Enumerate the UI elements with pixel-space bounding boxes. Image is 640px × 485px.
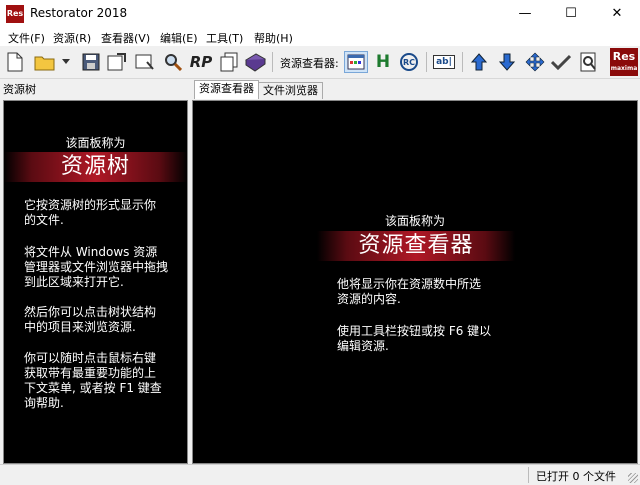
menu-help[interactable]: 帮助(H) (254, 30, 293, 46)
menu-resource[interactable]: 资源(R) (53, 30, 91, 46)
menu-edit[interactable]: 编辑(E) (160, 30, 198, 46)
search-icon[interactable] (162, 51, 184, 73)
tab-file-browser[interactable]: 文件浏览器 (258, 82, 323, 99)
window-title: Restorator 2018 (30, 6, 128, 20)
menu-tools[interactable]: 工具(T) (206, 30, 243, 46)
find-document-icon[interactable] (578, 51, 600, 73)
help-paragraph: 他将显示你在资源数中所选 资源的内容. (337, 277, 481, 307)
chevron-down-icon[interactable] (60, 51, 72, 73)
panel-intro: 该面板称为 (65, 136, 126, 150)
title-bar: Res Restorator 2018 — ☐ ✕ (0, 0, 640, 28)
toolbar: RP 资源查看器: H RC ab| (0, 46, 640, 79)
open-files-status: 已打开 0 个文件 (536, 470, 616, 483)
resource-tree-panel[interactable]: 该面板称为 资源树 它按资源树的形式显示你 的文件. 将文件从 Windows … (3, 100, 188, 464)
arrow-up-icon[interactable] (468, 51, 490, 73)
menu-bar: 文件(F) 资源(R) 查看器(V) 编辑(E) 工具(T) 帮助(H) (0, 28, 640, 46)
help-line: 询帮助. (24, 396, 64, 410)
help-paragraph: 使用工具栏按钮或按 F6 键以 编辑资源. (337, 324, 491, 354)
help-line: 的文件. (24, 213, 64, 227)
copy-icon[interactable] (218, 51, 240, 73)
rc-icon[interactable]: RC (398, 51, 420, 73)
help-line: 下文菜单, 或者按 F1 键查 (24, 381, 162, 395)
help-paragraph: 它按资源树的形式显示你 的文件. (24, 198, 156, 228)
app-icon: Res (6, 5, 24, 23)
viewer-mode-icon[interactable] (344, 51, 368, 73)
export-icon[interactable] (106, 51, 128, 73)
panel-intro: 该面板称为 (384, 214, 445, 228)
hex-label: H (375, 52, 391, 72)
help-line: 他将显示你在资源数中所选 (337, 277, 482, 291)
open-folder-icon[interactable] (34, 51, 56, 73)
resource-tree-header: 资源树 (3, 83, 36, 96)
toolbar-separator (272, 52, 273, 72)
text-edit-label: ab| (433, 55, 455, 69)
toolbar-separator (462, 52, 463, 72)
arrow-down-icon[interactable] (496, 51, 518, 73)
help-line: 使用工具栏按钮或按 F6 键以 (337, 324, 492, 338)
menu-viewer[interactable]: 查看器(V) (101, 30, 150, 46)
status-bar: 已打开 0 个文件 (0, 464, 640, 485)
toolbar-separator (426, 52, 427, 72)
help-line: 将文件从 Windows 资源 (24, 245, 158, 259)
help-line: 然后你可以点击树状结构 (24, 305, 157, 319)
help-line: 中的项目来浏览资源. (24, 320, 136, 334)
panel-title-banner: 资源查看器 (317, 231, 515, 261)
logo-text: Res (612, 50, 636, 63)
book-icon[interactable] (244, 51, 266, 73)
maximize-button[interactable]: ☐ (548, 0, 594, 28)
panel-title-banner: 资源树 (4, 152, 187, 182)
text-edit-icon[interactable]: ab| (432, 51, 456, 73)
resize-grip[interactable] (628, 473, 638, 483)
help-line: 获取带有最重要功能的上 (24, 366, 157, 380)
status-separator (528, 467, 529, 483)
move-icon[interactable] (524, 51, 546, 73)
new-file-icon[interactable] (4, 51, 26, 73)
close-button[interactable]: ✕ (594, 0, 640, 28)
help-paragraph: 将文件从 Windows 资源 管理器或文件浏览器中拖拽 到此区域来打开它. (24, 245, 168, 290)
restorator-logo: Res maxima (610, 48, 638, 76)
help-line: 管理器或文件浏览器中拖拽 (24, 260, 169, 274)
tab-resource-viewer[interactable]: 资源查看器 (194, 80, 259, 99)
help-line: 资源的内容. (337, 292, 401, 306)
hex-icon[interactable]: H (372, 51, 394, 73)
viewer-label: 资源查看器: (280, 57, 339, 70)
help-line: 编辑资源. (337, 339, 389, 353)
minimize-button[interactable]: — (502, 0, 548, 28)
save-icon[interactable] (80, 51, 102, 73)
properties-icon[interactable] (134, 51, 156, 73)
help-line: 你可以随时点击鼠标右键 (24, 351, 157, 365)
checkmark-icon[interactable] (550, 51, 572, 73)
resource-viewer-panel[interactable]: 该面板称为 资源查看器 他将显示你在资源数中所选 资源的内容. 使用工具栏按钮或… (192, 100, 638, 464)
menu-file[interactable]: 文件(F) (8, 30, 45, 46)
help-paragraph: 然后你可以点击树状结构 中的项目来浏览资源. (24, 305, 156, 335)
help-paragraph: 你可以随时点击鼠标右键 获取带有最重要功能的上 下文菜单, 或者按 F1 键查 … (24, 351, 162, 411)
logo-subtext: maxima (610, 65, 638, 72)
help-line: 它按资源树的形式显示你 (24, 198, 157, 212)
rp-label: RP (189, 53, 213, 71)
help-line: 到此区域来打开它. (24, 275, 124, 289)
rc-label: RC (400, 53, 418, 71)
rp-icon[interactable]: RP (188, 51, 214, 73)
